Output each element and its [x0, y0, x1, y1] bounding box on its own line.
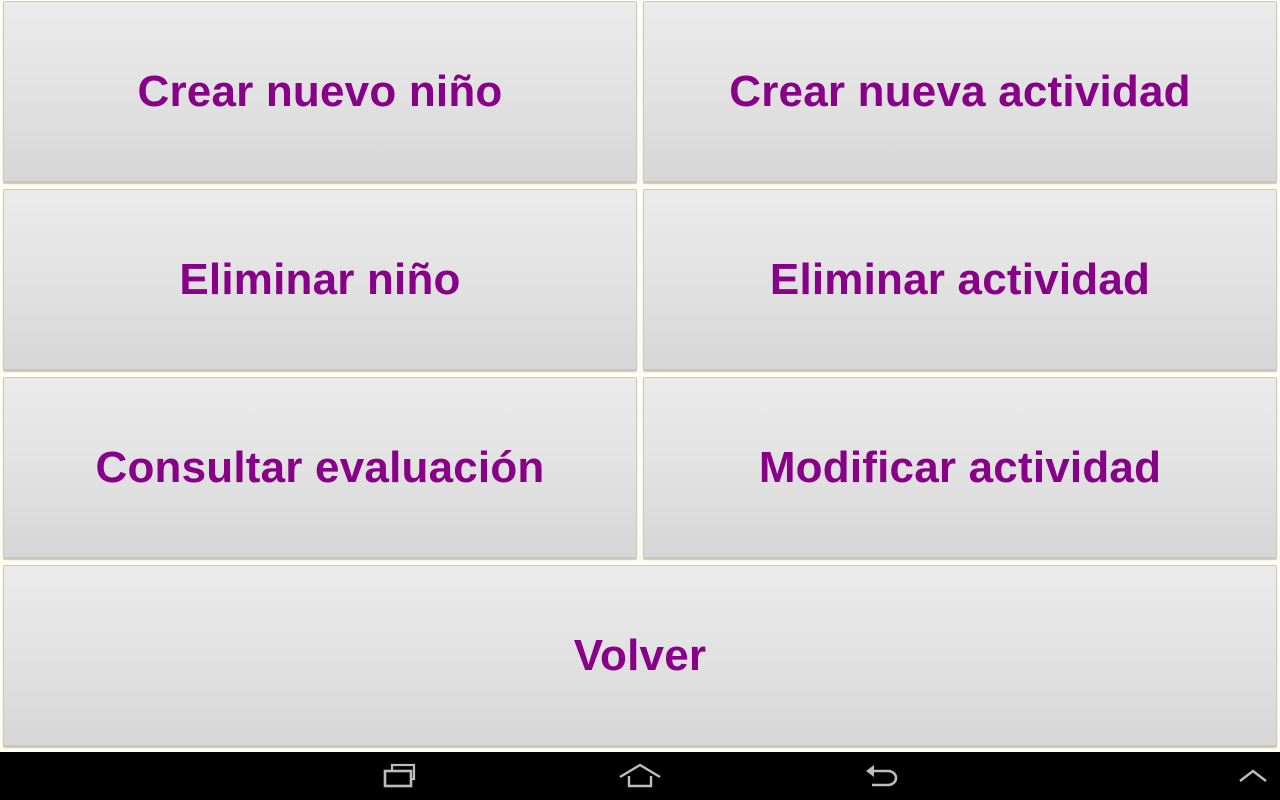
- recent-apps-button[interactable]: [370, 752, 430, 800]
- volver-button[interactable]: Volver: [3, 565, 1277, 746]
- crear-nuevo-nino-label: Crear nuevo niño: [137, 66, 503, 116]
- crear-nueva-actividad-label: Crear nueva actividad: [729, 66, 1191, 116]
- home-icon: [619, 763, 661, 788]
- recent-apps-icon: [383, 763, 416, 788]
- consultar-evaluacion-button[interactable]: Consultar evaluación: [3, 377, 637, 558]
- back-button[interactable]: [852, 752, 912, 800]
- modificar-actividad-button[interactable]: Modificar actividad: [643, 377, 1277, 558]
- crear-nuevo-nino-button[interactable]: Crear nuevo niño: [3, 1, 637, 182]
- system-navigation-bar: [0, 752, 1280, 800]
- menu-screen: Crear nuevo niño Crear nueva actividad E…: [0, 0, 1280, 752]
- eliminar-nino-label: Eliminar niño: [179, 254, 461, 304]
- eliminar-actividad-button[interactable]: Eliminar actividad: [643, 189, 1277, 370]
- chevron-up-icon: [1239, 769, 1267, 782]
- show-more-button[interactable]: [1228, 752, 1278, 800]
- modificar-actividad-label: Modificar actividad: [758, 442, 1162, 492]
- eliminar-actividad-label: Eliminar actividad: [769, 254, 1151, 304]
- home-button[interactable]: [610, 752, 670, 800]
- consultar-evaluacion-label: Consultar evaluación: [95, 442, 545, 492]
- volver-label: Volver: [573, 630, 707, 680]
- crear-nueva-actividad-button[interactable]: Crear nueva actividad: [643, 1, 1277, 182]
- back-icon: [866, 765, 898, 787]
- eliminar-nino-button[interactable]: Eliminar niño: [3, 189, 637, 370]
